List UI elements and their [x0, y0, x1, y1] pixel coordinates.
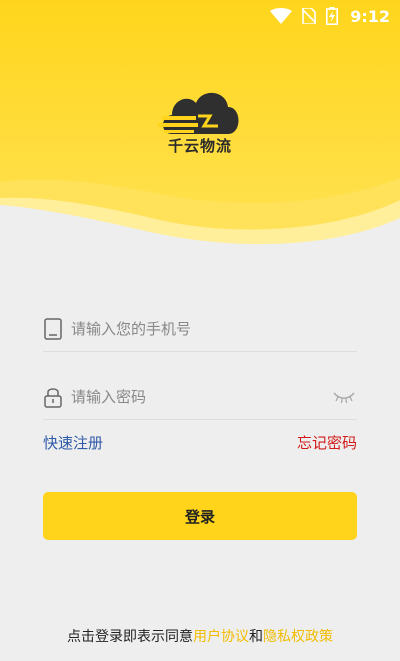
login-button[interactable]: 登录 [43, 492, 357, 540]
status-bar: 9:12 [0, 0, 400, 32]
forgot-password-link[interactable]: 忘记密码 [297, 432, 357, 453]
phone-icon [43, 317, 63, 341]
agreement-text: 点击登录即表示同意用户协议和隐私权政策 [0, 626, 400, 646]
lock-icon [43, 385, 63, 409]
password-field [43, 374, 357, 420]
wifi-icon [270, 8, 293, 24]
privacy-policy-link[interactable]: 隐私权政策 [263, 629, 333, 645]
brand-name: 千云物流 [167, 137, 232, 155]
no-sim-icon [302, 8, 317, 24]
phone-field [43, 306, 357, 352]
status-time: 9:12 [350, 6, 390, 26]
password-input[interactable] [71, 387, 331, 406]
agreement-prefix: 点击登录即表示同意 [67, 629, 193, 645]
user-agreement-link[interactable]: 用户协议 [193, 629, 249, 645]
phone-input[interactable] [71, 319, 357, 338]
battery-charging-icon [326, 7, 339, 25]
register-link[interactable]: 快速注册 [43, 432, 103, 453]
agreement-conjunction: 和 [249, 629, 263, 645]
eye-closed-icon[interactable] [331, 387, 357, 407]
